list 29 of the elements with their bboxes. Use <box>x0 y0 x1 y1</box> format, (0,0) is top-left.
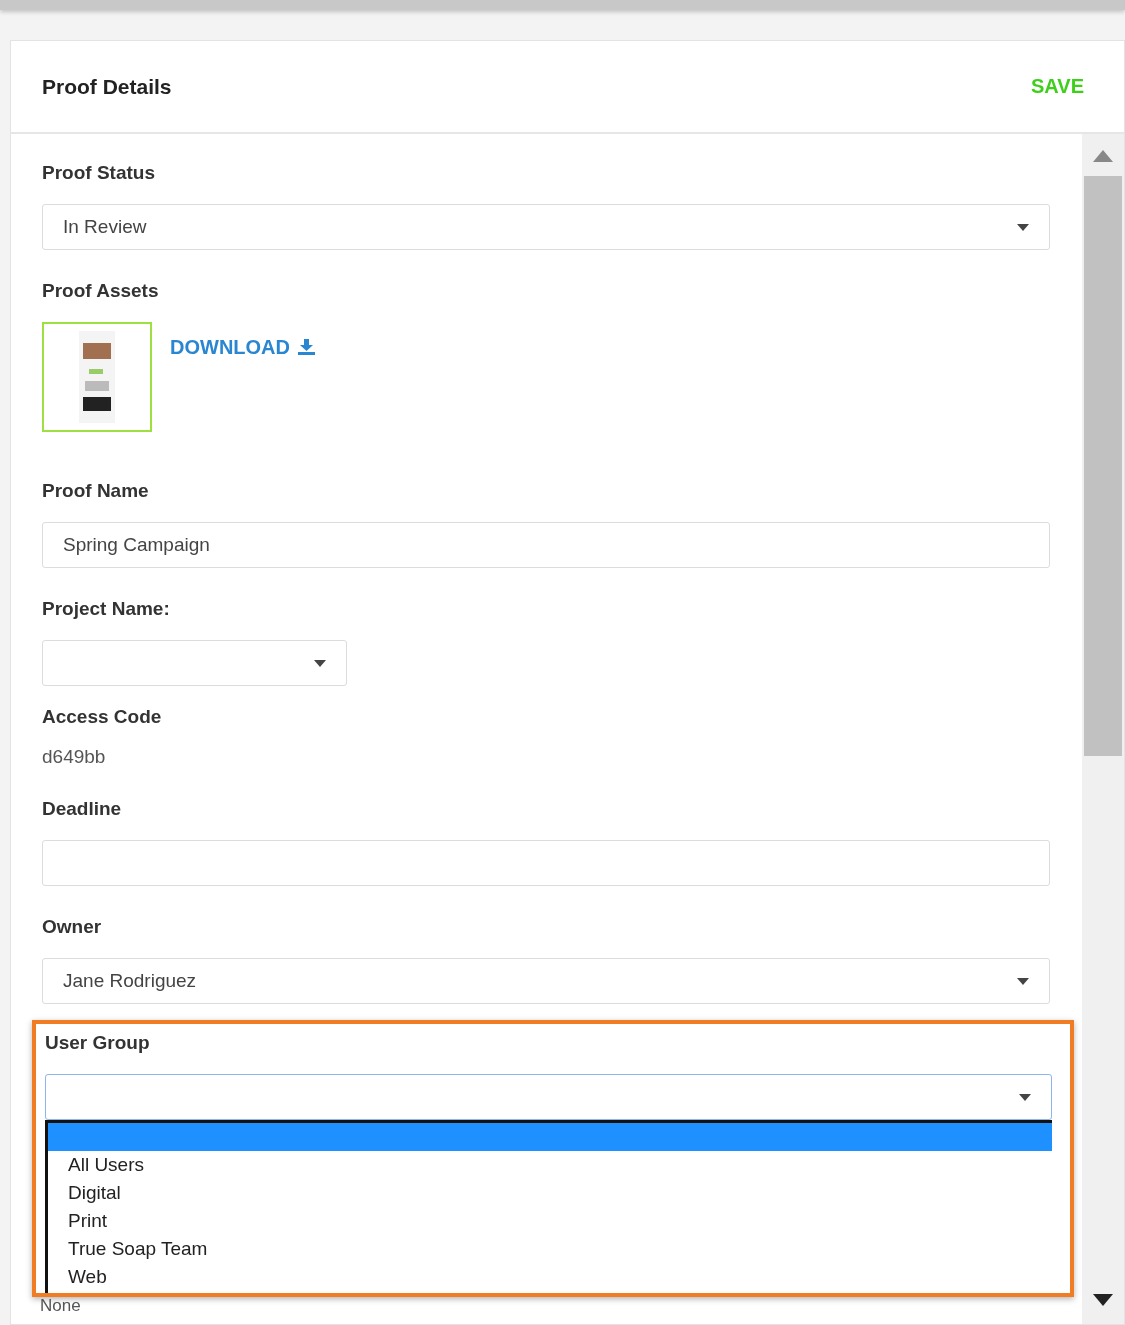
owner-select[interactable]: Jane Rodriguez <box>42 958 1050 1004</box>
name-input[interactable]: Spring Campaign <box>42 522 1050 568</box>
field-label: Proof Status <box>42 162 156 184</box>
scroll-down-icon <box>1093 1294 1113 1306</box>
field-label: Deadline <box>42 798 123 820</box>
download-link[interactable]: DOWNLOAD <box>170 336 315 358</box>
scrollbar[interactable] <box>1082 134 1124 1324</box>
field-value: None <box>40 1297 82 1315</box>
caret-icon <box>1019 1093 1031 1101</box>
access-code: d649bb <box>42 746 107 768</box>
dropdown-option[interactable] <box>48 1123 1052 1151</box>
user-group-select[interactable] <box>45 1074 1052 1120</box>
field-label: User Group <box>45 1032 151 1054</box>
asset-thumbnail[interactable] <box>42 322 152 432</box>
field-label: Owner <box>42 916 103 938</box>
caret-icon <box>314 659 326 667</box>
project-select[interactable] <box>42 640 347 686</box>
deadline-input[interactable] <box>42 840 1050 886</box>
field-label: Proof Assets <box>42 280 160 302</box>
status-select[interactable]: In Review <box>42 204 1050 250</box>
scroll-thumb[interactable] <box>1084 176 1122 756</box>
caret-icon <box>1017 223 1029 231</box>
field-label: Proof Name <box>42 480 150 502</box>
caret-icon <box>1017 977 1029 985</box>
scroll-up-icon <box>1093 150 1113 162</box>
panel-title: Proof Details <box>42 74 172 99</box>
field-label: Project Name: <box>42 598 171 620</box>
download-icon <box>298 339 315 355</box>
field-label: Access Code <box>42 706 163 728</box>
